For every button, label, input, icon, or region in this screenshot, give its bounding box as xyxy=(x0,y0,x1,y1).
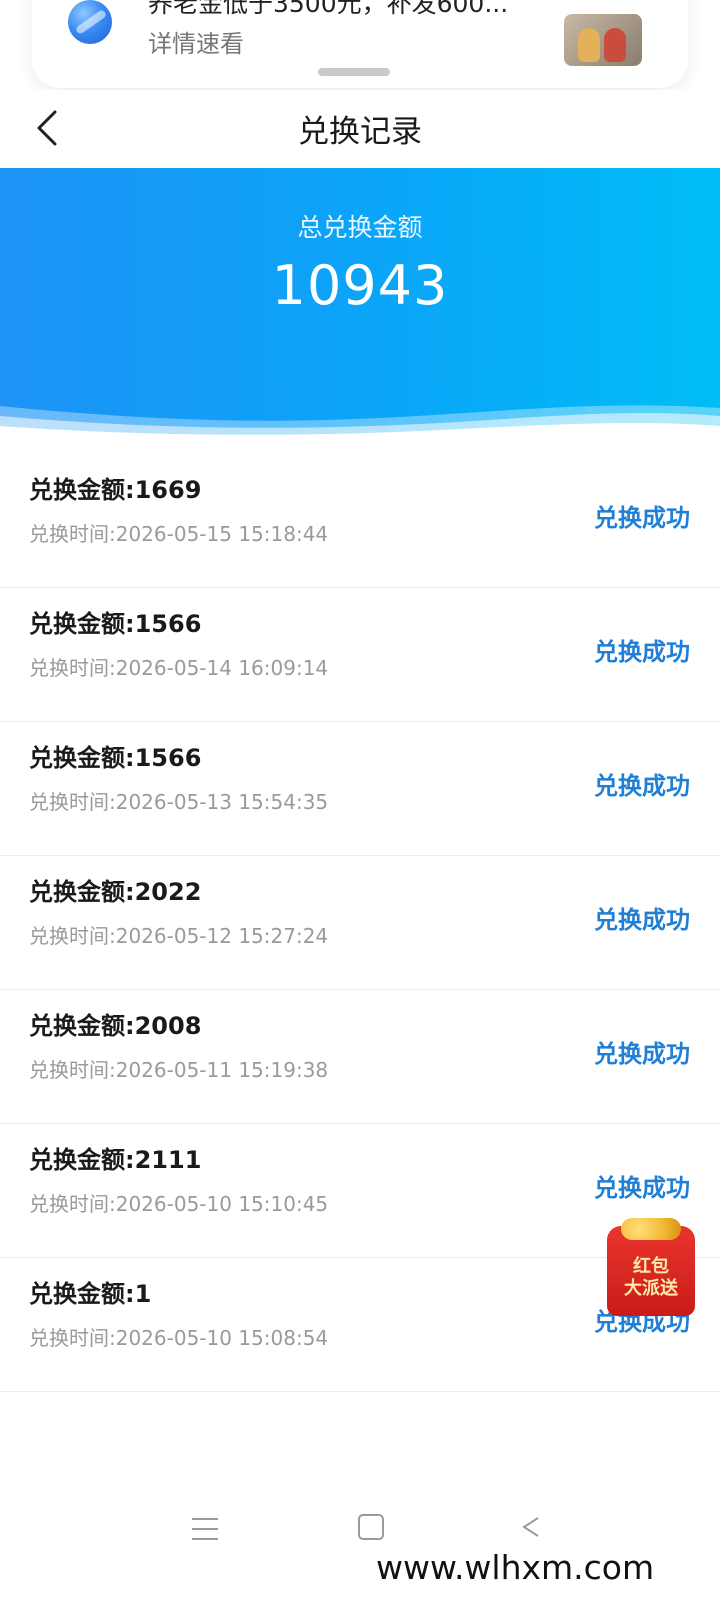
record-amount: 兑换金额:2022 xyxy=(29,878,202,906)
list-item[interactable]: 兑换金额:1669 兑换时间:2026-05-15 15:18:44 兑换成功 xyxy=(0,454,720,588)
figurine-right xyxy=(604,28,626,62)
record-time: 兑换时间:2026-05-10 15:08:54 xyxy=(29,1326,329,1350)
figurine-left xyxy=(578,28,600,62)
record-time: 兑换时间:2026-05-10 15:10:45 xyxy=(29,1192,329,1216)
total-exchange-amount: 10943 xyxy=(271,254,449,317)
list-item[interactable]: 兑换金额:1566 兑换时间:2026-05-13 15:54:35 兑换成功 xyxy=(0,722,720,856)
list-item[interactable]: 兑换金额:2008 兑换时间:2026-05-11 15:19:38 兑换成功 xyxy=(0,990,720,1124)
record-time: 兑换时间:2026-05-13 15:54:35 xyxy=(29,790,329,814)
record-status: 兑换成功 xyxy=(594,772,690,800)
record-status: 兑换成功 xyxy=(594,504,690,532)
menu-icon[interactable] xyxy=(192,1518,220,1542)
notification-title: 养老金低于3500元，补发600... xyxy=(148,0,509,18)
record-time: 兑换时间:2026-05-12 15:27:24 xyxy=(29,924,329,948)
record-amount: 兑换金额:1566 xyxy=(29,610,202,638)
record-amount: 兑换金额:2008 xyxy=(29,1012,202,1040)
exchange-records-page: 养老金低于3500元，补发600... 详情速看 兑换记录 总兑换金额 1094… xyxy=(0,0,720,1604)
total-exchange-banner: 总兑换金额 10943 xyxy=(0,168,720,454)
record-time: 兑换时间:2026-05-15 15:18:44 xyxy=(29,522,329,546)
page-title: 兑换记录 xyxy=(298,114,422,150)
red-packet-line1: 红包 xyxy=(633,1256,669,1277)
record-amount: 兑换金额:1669 xyxy=(29,476,202,504)
total-exchange-label: 总兑换金额 xyxy=(297,213,423,242)
red-packet-label: 红包 大派送 xyxy=(607,1256,695,1300)
record-status: 兑换成功 xyxy=(594,906,690,934)
notification-drag-handle[interactable] xyxy=(318,68,390,76)
gold-coins-icon xyxy=(621,1218,681,1240)
record-status: 兑换成功 xyxy=(594,1174,690,1202)
record-amount: 兑换金额:2111 xyxy=(29,1146,202,1174)
banner-wave-decoration xyxy=(0,405,720,454)
record-amount: 兑换金额:1 xyxy=(29,1280,152,1308)
notification-subtitle: 详情速看 xyxy=(148,30,244,58)
blue-sphere-app-icon xyxy=(68,0,112,44)
red-packet-button[interactable]: 红包 大派送 xyxy=(607,1218,695,1316)
home-icon[interactable] xyxy=(358,1514,384,1540)
record-status: 兑换成功 xyxy=(594,638,690,666)
record-time: 兑换时间:2026-05-14 16:09:14 xyxy=(29,656,329,680)
page-header: 兑换记录 xyxy=(0,90,720,166)
list-item[interactable]: 兑换金额:1566 兑换时间:2026-05-14 16:09:14 兑换成功 xyxy=(0,588,720,722)
list-item[interactable]: 兑换金额:2022 兑换时间:2026-05-12 15:27:24 兑换成功 xyxy=(0,856,720,990)
figurines-thumbnail xyxy=(564,14,642,66)
record-status: 兑换成功 xyxy=(594,1040,690,1068)
notification-card[interactable]: 养老金低于3500元，补发600... 详情速看 xyxy=(32,0,688,88)
record-amount: 兑换金额:1566 xyxy=(29,744,202,772)
back-triangle-icon[interactable] xyxy=(520,1516,542,1538)
red-packet-line2: 大派送 xyxy=(624,1278,678,1299)
watermark: www.wlhxm.com xyxy=(376,1548,655,1587)
record-time: 兑换时间:2026-05-11 15:19:38 xyxy=(29,1058,329,1082)
